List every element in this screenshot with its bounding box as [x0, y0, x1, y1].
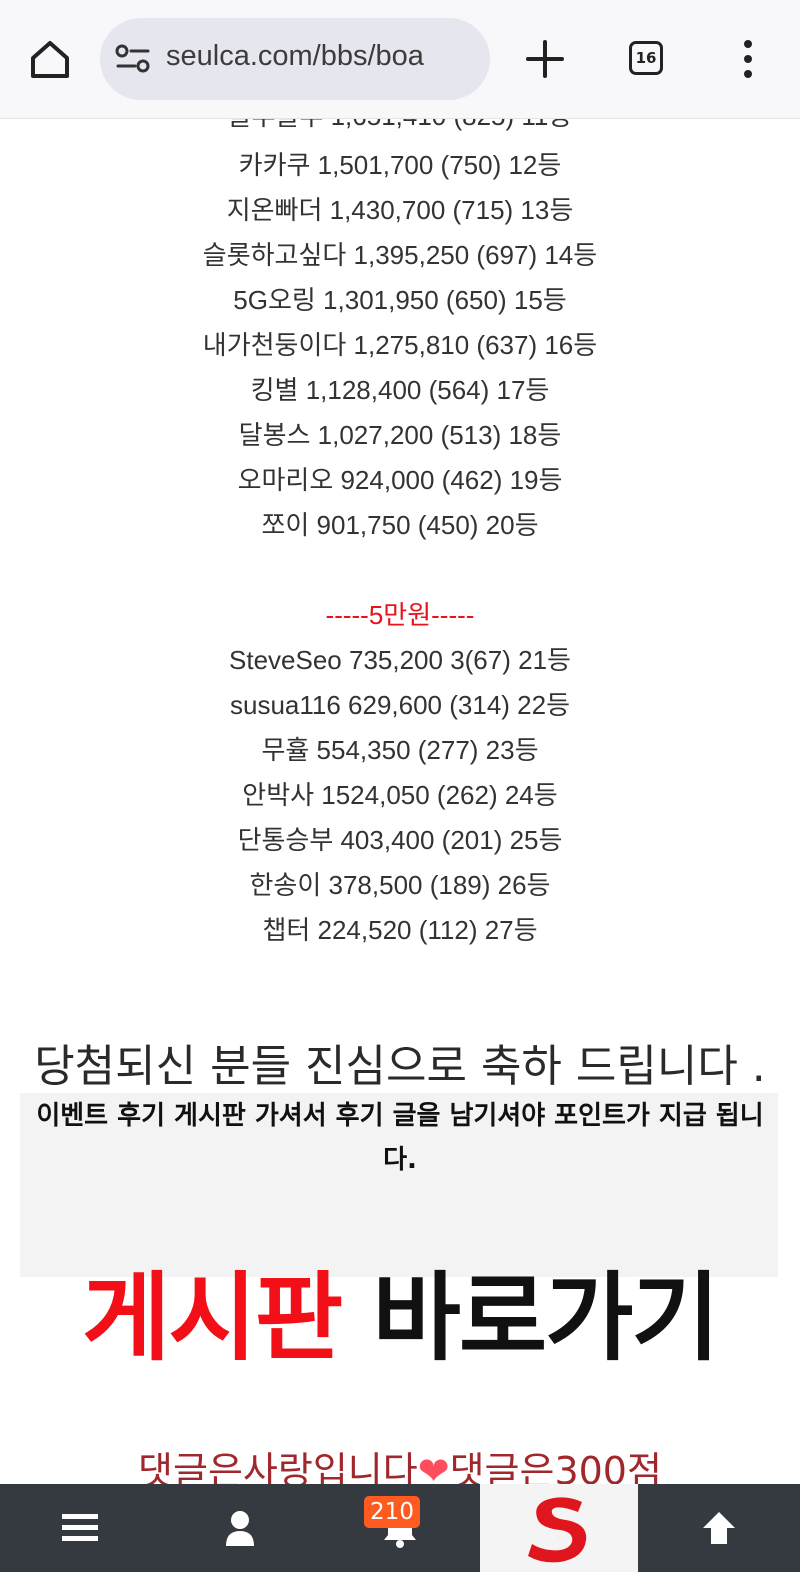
hamburger-icon [62, 1514, 98, 1541]
tune-icon [115, 44, 150, 73]
prize-section-divider: -----5만원----- [325, 600, 475, 630]
rank-line-14: 슬롯하고싶다 1,395,250 (697) 14등 [202, 240, 598, 270]
rank-line-17: 킹별 1,128,400 (564) 17등 [250, 375, 550, 405]
nav-menu-button[interactable] [0, 1484, 160, 1572]
rank-line-26: 한송이 378,500 (189) 26등 [249, 870, 551, 900]
plus-icon [526, 40, 564, 78]
home-icon [31, 41, 69, 78]
site-logo-icon: S [528, 1497, 587, 1563]
congrats-message: 당첨되신 분들 진심으로 축하 드립니다 . [34, 1041, 766, 1092]
site-logo-button[interactable]: S [480, 1484, 638, 1572]
board-shortcut-link[interactable]: 게시판 바로가기 [0, 1240, 800, 1379]
site-settings-button[interactable] [114, 42, 154, 76]
url-text: seulca.com/bbs/boa [166, 40, 424, 72]
rank-line-18: 달봉스 1,027,200 (513) 18등 [238, 420, 562, 450]
rank-line-22: susua116 629,600 (314) 22등 [229, 690, 571, 720]
tab-switcher-button[interactable]: 16 [629, 41, 663, 75]
rank-line-20: 쪼이 901,750 (450) 20등 [261, 510, 539, 540]
rank-line-19: 오마리오 924,000 (462) 19등 [237, 465, 563, 495]
rank-line-24: 안박사 1524,050 (262) 24등 [242, 780, 558, 810]
user-icon [226, 1511, 254, 1546]
arrow-up-icon [703, 1512, 735, 1544]
rank-line-21: SteveSeo 735,200 3(67) 21등 [229, 645, 571, 675]
rank-line-13: 지온빠더 1,430,700 (715) 13등 [226, 195, 574, 225]
address-bar[interactable]: seulca.com/bbs/boa [100, 18, 490, 100]
rank-line-23: 무휼 554,350 (277) 23등 [261, 735, 539, 765]
nav-user-button[interactable] [160, 1484, 320, 1572]
browser-menu-button[interactable] [738, 38, 758, 82]
notice-text: 이벤트 후기 게시판 가셔서 후기 글을 남기셔야 포인트가 지급 됩니다. [36, 1101, 764, 1175]
scroll-to-top-button[interactable] [638, 1484, 800, 1572]
svg-text:S: S [559, 1537, 560, 1539]
home-button[interactable] [28, 38, 72, 82]
rank-line-15: 5G오링 1,301,950 (650) 15등 [233, 285, 567, 315]
browser-toolbar: seulca.com/bbs/boa 16 [0, 0, 800, 119]
rank-line-16: 내가천둥이다 1,275,810 (637) 16등 [202, 330, 598, 360]
rank-line-12: 카카쿠 1,501,700 (750) 12등 [238, 150, 562, 180]
rank-line-27: 챕터 224,520 (112) 27등 [262, 915, 538, 945]
board-shortcut-part1: 게시판 [82, 1262, 343, 1374]
rank-line-25: 단통승부 403,400 (201) 25등 [237, 825, 563, 855]
notification-count-badge: 210 [364, 1496, 420, 1528]
board-shortcut-part2: 바로가기 [372, 1262, 720, 1374]
more-vert-icon [744, 40, 752, 78]
new-tab-button[interactable] [522, 36, 568, 82]
